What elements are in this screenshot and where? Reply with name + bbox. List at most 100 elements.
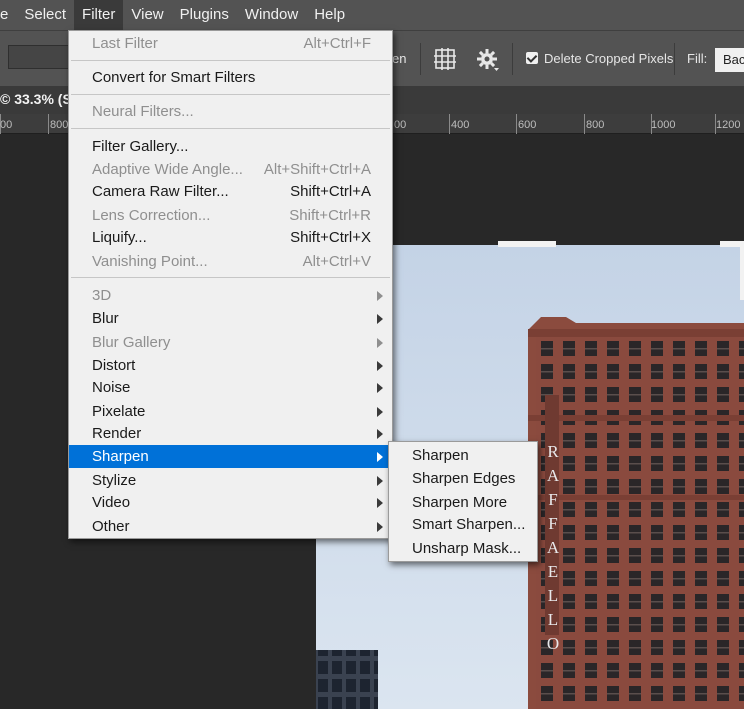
menu-item-lens-correction[interactable]: Lens Correction... Shift+Ctrl+R [69, 204, 392, 227]
menu-item-neural-filters[interactable]: Neural Filters... [69, 100, 392, 123]
menu-item-label: Other [92, 518, 130, 535]
options-field[interactable] [8, 45, 76, 69]
menu-item-label: Unsharp Mask... [412, 540, 522, 557]
menu-item-shortcut: Alt+Shift+Ctrl+A [263, 161, 371, 178]
menu-item-label: Sharpen [92, 448, 149, 465]
menu-item-noise[interactable]: Noise [69, 376, 392, 399]
menu-item-convert-smart-filters[interactable]: Convert for Smart Filters [69, 66, 392, 89]
menu-item-camera-raw-filter[interactable]: Camera Raw Filter... Shift+Ctrl+A [69, 180, 392, 203]
menu-item-stylize[interactable]: Stylize [69, 469, 392, 492]
menu-item-label: Convert for Smart Filters [92, 69, 256, 86]
ruler-label: 00 [394, 119, 407, 131]
menu-item-label: Pixelate [92, 403, 146, 420]
menu-select[interactable]: Select [16, 0, 74, 30]
submenu-item-sharpen[interactable]: Sharpen [389, 444, 537, 467]
submenu-arrow-icon [377, 338, 383, 348]
menu-item-vanishing-point[interactable]: Vanishing Point... Alt+Ctrl+V [69, 250, 392, 273]
delete-cropped-checkbox[interactable] [526, 52, 538, 64]
sign-letter: A [546, 466, 560, 485]
menu-item-blur-gallery[interactable]: Blur Gallery [69, 331, 392, 354]
submenu-item-sharpen-more[interactable]: Sharpen More [389, 491, 537, 514]
menu-divider [71, 94, 390, 95]
ruler-label: 1200 [716, 119, 741, 131]
menu-help[interactable]: Help [306, 0, 353, 30]
submenu-item-sharpen-edges[interactable]: Sharpen Edges [389, 467, 537, 490]
submenu-arrow-icon [377, 383, 383, 393]
menu-item-label: Smart Sharpen... [412, 516, 526, 533]
divider [420, 43, 421, 75]
submenu-item-smart-sharpen[interactable]: Smart Sharpen... [389, 513, 537, 536]
sign-letter: O [546, 634, 560, 653]
menu-item-filter-gallery[interactable]: Filter Gallery... [69, 135, 392, 158]
submenu-arrow-icon [377, 498, 383, 508]
options-partial-label: en [392, 51, 407, 66]
menu-item-label: Blur [92, 310, 119, 327]
ruler-label: 600 [518, 119, 537, 131]
sign-letter: E [547, 562, 559, 581]
menu-item-label: Render [92, 425, 142, 442]
menu-item-label: Sharpen Edges [412, 470, 516, 487]
ruler-label: 400 [451, 119, 470, 131]
menu-item-distort[interactable]: Distort [69, 354, 392, 377]
menu-item-shortcut: Alt+Ctrl+F [303, 35, 371, 52]
sign-letter: L [547, 610, 559, 629]
sign-lettering: R A F F A E L L O [546, 440, 560, 656]
submenu-arrow-icon [377, 361, 383, 371]
menu-item-label: Liquify... [92, 229, 147, 246]
divider [674, 43, 675, 75]
menu-item-blur[interactable]: Blur [69, 307, 392, 330]
menu-edit[interactable]: e [0, 0, 16, 30]
menu-item-shortcut: Shift+Ctrl+X [290, 229, 371, 246]
crop-handle-top[interactable] [498, 241, 556, 247]
filter-menu: Last Filter Alt+Ctrl+F Convert for Smart… [68, 30, 393, 539]
fill-select[interactable]: Bac [715, 48, 744, 72]
menu-item-label: Neural Filters... [92, 103, 194, 120]
submenu-arrow-icon [377, 476, 383, 486]
menu-item-label: Vanishing Point... [92, 253, 208, 270]
ruler-tick [48, 114, 49, 134]
delete-cropped-label: Delete Cropped Pixels [544, 51, 674, 66]
gear-icon[interactable] [476, 48, 500, 72]
submenu-arrow-icon [377, 291, 383, 301]
menu-item-adaptive-wide-angle[interactable]: Adaptive Wide Angle... Alt+Shift+Ctrl+A [69, 158, 392, 181]
menu-item-3d[interactable]: 3D [69, 284, 392, 307]
submenu-arrow-icon [377, 522, 383, 532]
menu-plugins[interactable]: Plugins [172, 0, 237, 30]
menu-item-label: Last Filter [92, 35, 158, 52]
crop-handle-right[interactable] [740, 245, 744, 300]
ruler-label: 00 [0, 119, 13, 131]
menu-item-label: Blur Gallery [92, 334, 171, 351]
menu-item-label: Sharpen More [412, 494, 508, 511]
menu-filter[interactable]: Filter [74, 0, 124, 30]
menu-item-video[interactable]: Video [69, 491, 392, 514]
menu-item-last-filter[interactable]: Last Filter Alt+Ctrl+F [69, 32, 392, 55]
grid-overlay-icon[interactable] [434, 48, 456, 70]
sign-letter: F [548, 514, 558, 533]
menu-window[interactable]: Window [237, 0, 306, 30]
menu-item-label: 3D [92, 287, 112, 304]
submenu-item-unsharp-mask[interactable]: Unsharp Mask... [389, 537, 537, 560]
menu-item-label: Sharpen [412, 447, 469, 464]
divider [512, 43, 513, 75]
menu-item-liquify[interactable]: Liquify... Shift+Ctrl+X [69, 226, 392, 249]
menu-item-label: Noise [92, 379, 131, 396]
sign-letter: R [547, 442, 559, 461]
menu-item-label: Camera Raw Filter... [92, 183, 229, 200]
ruler-tick [516, 114, 517, 134]
menu-divider [71, 60, 390, 61]
menu-item-pixelate[interactable]: Pixelate [69, 400, 392, 423]
menu-item-sharpen[interactable]: Sharpen [69, 445, 392, 468]
menu-divider [71, 277, 390, 278]
fill-label: Fill: [687, 51, 708, 66]
menu-bar: e Select Filter View Plugins Window Help [0, 0, 744, 30]
menu-divider [71, 128, 390, 129]
menu-item-render[interactable]: Render [69, 422, 392, 445]
menu-item-shortcut: Shift+Ctrl+R [289, 207, 371, 224]
menu-item-label: Lens Correction... [92, 207, 211, 224]
menu-item-shortcut: Shift+Ctrl+A [290, 183, 371, 200]
menu-item-label: Distort [92, 357, 136, 374]
ruler-tick [449, 114, 450, 134]
sign-letter: L [547, 586, 559, 605]
menu-view[interactable]: View [123, 0, 171, 30]
menu-item-other[interactable]: Other [69, 515, 392, 538]
